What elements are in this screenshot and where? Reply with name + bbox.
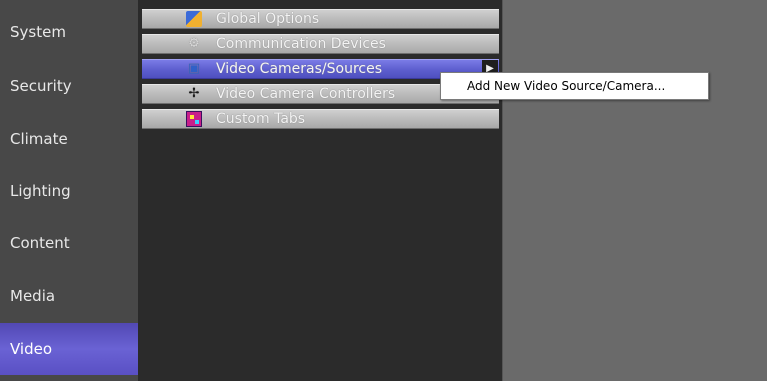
sidebar-item-lighting[interactable]: Lighting <box>0 165 138 218</box>
communication-devices-icon: ⚙ <box>188 36 200 51</box>
video-camera-icon: ▣ <box>187 61 201 76</box>
global-options-icon <box>186 11 202 27</box>
sidebar-item-video[interactable]: Video <box>0 323 138 375</box>
menu-panel: Global Options ⚙ Communication Devices ▣… <box>140 0 502 381</box>
context-menu: Add New Video Source/Camera... <box>440 72 709 100</box>
sidebar: System Security Climate Lighting Content… <box>0 0 140 381</box>
menu-item-label: Global Options <box>216 11 320 27</box>
menu-item-communication-devices[interactable]: ⚙ Communication Devices <box>142 34 499 54</box>
sidebar-item-content[interactable]: Content <box>0 217 138 270</box>
camera-controller-icon: ✢ <box>188 86 200 101</box>
app-window: System Security Climate Lighting Content… <box>0 0 767 381</box>
sidebar-item-system[interactable]: System <box>0 6 138 59</box>
add-new-video-source-menu-item[interactable]: Add New Video Source/Camera... <box>441 73 708 99</box>
menu-item-global-options[interactable]: Global Options <box>142 9 499 29</box>
sidebar-item-media[interactable]: Media <box>0 270 138 323</box>
menu-item-label: Communication Devices <box>216 36 386 52</box>
sidebar-item-climate[interactable]: Climate <box>0 113 138 166</box>
content-area <box>502 0 767 381</box>
menu-item-label: Video Camera Controllers <box>216 86 396 102</box>
menu-item-label: Video Cameras/Sources <box>216 61 383 77</box>
sidebar-item-security[interactable]: Security <box>0 60 138 113</box>
custom-tabs-icon <box>186 111 202 127</box>
menu-item-custom-tabs[interactable]: Custom Tabs <box>142 109 499 129</box>
menu-item-label: Custom Tabs <box>216 111 306 127</box>
